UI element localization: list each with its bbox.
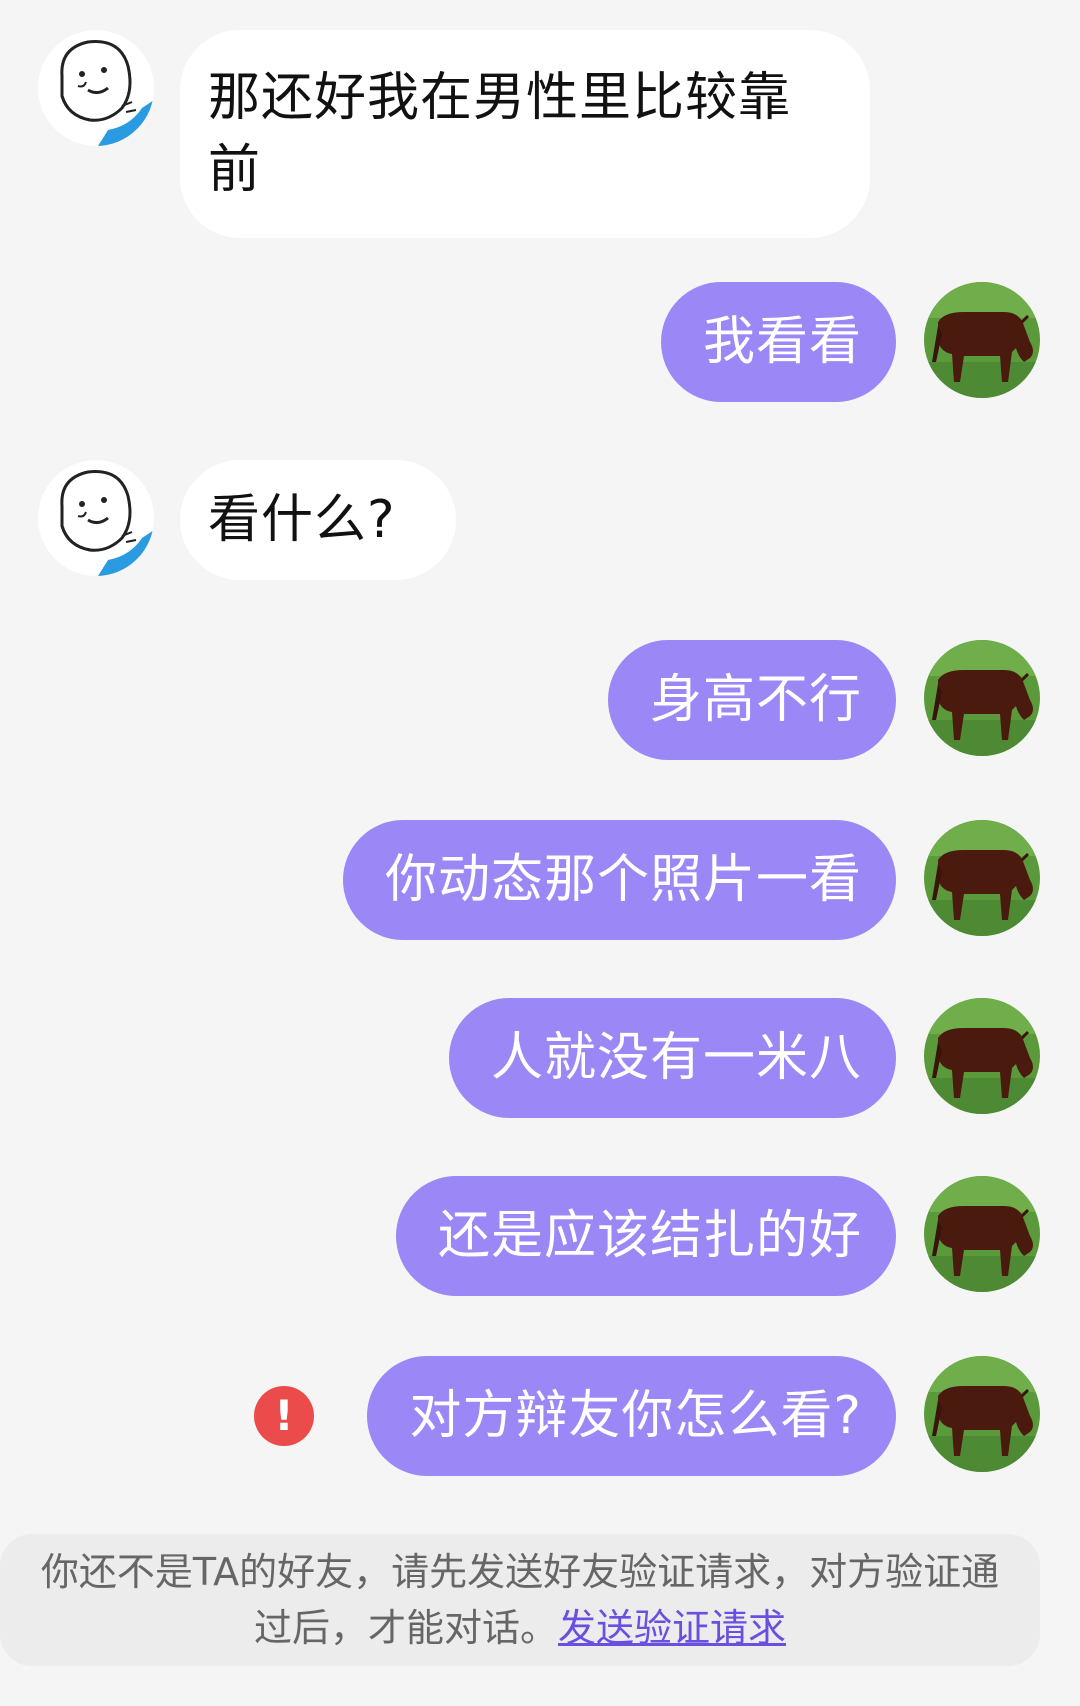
cow-avatar[interactable] [924, 998, 1040, 1114]
message-bubble-outgoing[interactable]: 对方辩友你怎么看? [367, 1356, 896, 1476]
cow-avatar[interactable] [924, 640, 1040, 756]
chat-area: 那还好我在男性里比较靠前 我看看 看什么? 身高不行 你动态那个照片一看 人就没… [0, 0, 1080, 1706]
friend-request-notice: 你还不是TA的好友，请先发送好友验证请求，对方验证通过后，才能对话。发送验证请求 [0, 1534, 1040, 1666]
send-verification-link[interactable]: 发送验证请求 [558, 1606, 786, 1650]
message-bubble-outgoing[interactable]: 身高不行 [607, 640, 896, 760]
doodle-face-icon[interactable] [38, 460, 154, 576]
message-bubble-incoming[interactable]: 看什么? [180, 460, 456, 580]
notice-text: 你还不是TA的好友，请先发送好友验证请求，对方验证通过后，才能对话。 [40, 1550, 1000, 1650]
cow-avatar[interactable] [924, 1176, 1040, 1292]
send-failed-icon[interactable]: ! [254, 1386, 314, 1446]
message-bubble-outgoing[interactable]: 你动态那个照片一看 [342, 820, 896, 940]
cow-avatar[interactable] [924, 820, 1040, 936]
message-bubble-outgoing[interactable]: 人就没有一米八 [448, 998, 896, 1118]
message-bubble-outgoing[interactable]: 我看看 [660, 282, 896, 402]
message-bubble-outgoing[interactable]: 还是应该结扎的好 [395, 1176, 896, 1296]
cow-avatar[interactable] [924, 1356, 1040, 1472]
message-bubble-incoming[interactable]: 那还好我在男性里比较靠前 [180, 30, 870, 238]
cow-avatar[interactable] [924, 282, 1040, 398]
doodle-face-icon[interactable] [38, 30, 154, 146]
